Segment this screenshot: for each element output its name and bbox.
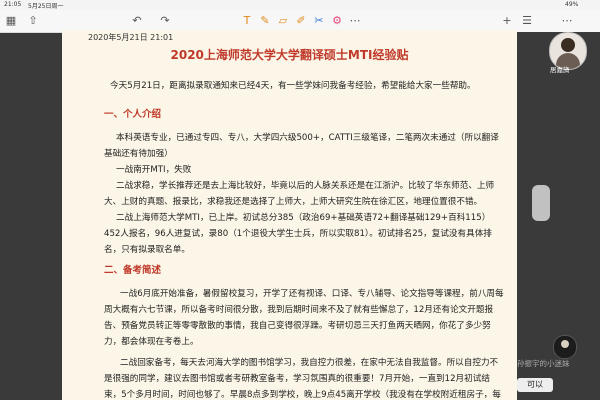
status-bar: 21:05 5月25日周一 49% <box>0 0 600 10</box>
status-date: 5月25日周一 <box>28 3 64 10</box>
status-battery: 49% <box>565 1 579 8</box>
status-time: 21:05 <box>4 1 22 8</box>
redo-icon[interactable]: ↷ <box>158 14 172 28</box>
avatar-head <box>561 38 575 52</box>
comment-text: 孙振宇的小迷妹 <box>517 359 570 368</box>
paragraph-2: 一战南开MTI，失败 <box>116 165 192 175</box>
floating-handle[interactable] <box>532 185 550 221</box>
lasso-icon[interactable]: ✂ <box>312 14 326 28</box>
highlighter-icon[interactable]: ✐ <box>294 14 308 28</box>
doc-title: 2020上海师范大学大学翻译硕士MTI经验贴 <box>170 48 409 62</box>
commenter-avatar <box>553 335 577 359</box>
doc-intro: 今天5月21日，距离拟录取通知来已经4天，有一些学妹问我备考经验，希望能给大家一… <box>110 81 476 91</box>
text-icon[interactable]: T <box>240 14 254 28</box>
grid-icon[interactable]: ▦ <box>4 14 18 28</box>
paragraph-3: 二战求稳，学长推荐还是去上海比较好，毕竟以后的人脉关系还是在江浙沪。比较了华东师… <box>104 181 495 207</box>
document-page[interactable]: 2020年5月21日 21:01 2020上海师范大学大学翻译硕士MTI经验贴 … <box>62 30 517 400</box>
shape-icon[interactable]: ⚙ <box>330 14 344 28</box>
list-icon[interactable]: ☰ <box>520 14 534 28</box>
participant-name: 居嘉旖 <box>550 66 570 74</box>
add-icon[interactable]: + <box>500 14 514 28</box>
paragraph-6: 二战回家备考，每天去河海大学的图书馆学习，我自控力很差，在家中无法自我监督。所以… <box>104 358 501 400</box>
lines-icon[interactable]: ⋯ <box>348 14 362 28</box>
section-1-heading: 一、个人介绍 <box>104 109 162 120</box>
doc-date: 2020年5月21日 21:01 <box>88 33 174 42</box>
reply-text: 可以 <box>517 378 553 392</box>
pen-icon[interactable]: ✎ <box>258 14 272 28</box>
undo-icon[interactable]: ↶ <box>130 14 144 28</box>
paragraph-5: 一战6月底开始准备，暑假留校复习，开学了还有视译、口译、专八辅导、论文指导等课程… <box>104 289 504 347</box>
share-icon[interactable]: ⇧ <box>26 14 40 28</box>
section-2-heading: 二、备考简述 <box>104 265 162 276</box>
paragraph-1: 本科英语专业，已通过专四、专八，大学四六级500+，CATTI三级笔译，二笔两次… <box>104 133 499 159</box>
more-icon[interactable]: ⋯ <box>560 14 574 28</box>
eraser-icon[interactable]: ▱ <box>276 14 290 28</box>
paragraph-4: 二战上海师范大学MTI，已上岸。初试总分385（政治69+基础英语72+翻译基础… <box>104 213 492 255</box>
